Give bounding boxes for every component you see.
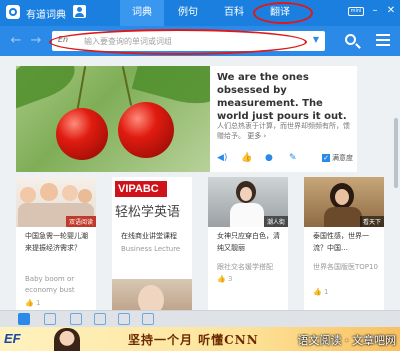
menu-icon[interactable] xyxy=(376,34,392,48)
tab-dictionary[interactable]: 词典 xyxy=(120,0,164,26)
forward-arrow-icon[interactable]: → xyxy=(28,32,44,50)
close-button[interactable]: ✕ xyxy=(386,6,396,16)
baby-image: 双语阅读 xyxy=(16,177,96,227)
ad-banner[interactable]: EF 坚持一个月 听懂CNN 语文阅读 · 文章吧网 xyxy=(0,327,400,351)
daily-sentence-card[interactable]: We are the ones obsessed by measurement.… xyxy=(16,66,357,172)
like-count[interactable]: 👍 3 xyxy=(217,275,232,283)
article-card[interactable]: 潮人街 女神只应穿白色，清纯又靓丽 跟社交名媛学搭配 👍 3 xyxy=(208,177,288,310)
minimize-button[interactable]: – xyxy=(370,6,380,16)
scrollbar[interactable] xyxy=(394,118,398,188)
ad-logo: EF xyxy=(4,331,21,346)
tab-examples[interactable]: 例句 xyxy=(166,0,210,26)
microphone-icon[interactable]: ● xyxy=(265,153,273,163)
article-card[interactable]: 双语阅读 中国急需一轮婴儿潮来提振经济需求？ Baby boom or econ… xyxy=(16,177,96,310)
article-subtitle: 跟社交名媛学搭配 xyxy=(217,263,273,271)
sentence-controls: ◀) 👍 ● ✎ ✓ 满意度 xyxy=(217,151,353,165)
favorite-toggle[interactable]: ✓ 满意度 xyxy=(322,153,353,163)
search-icon xyxy=(345,34,356,45)
cherries-image xyxy=(16,66,210,172)
article-card[interactable]: 看天下 泰国性感，世界一流？中国… 世界各国版医TOP10 👍 1 xyxy=(304,177,384,310)
mini-mode-button[interactable]: mini xyxy=(348,6,364,16)
speaker-icon[interactable]: ◀) xyxy=(217,153,227,163)
user-icon[interactable] xyxy=(73,5,86,18)
edit-icon[interactable] xyxy=(94,313,106,325)
ad-slogan: 坚持一个月 听懂CNN xyxy=(128,333,259,347)
article-card-partial[interactable] xyxy=(112,279,192,310)
daily-sentence-text: We are the ones obsessed by measurement.… xyxy=(217,72,347,122)
bottom-toolbar xyxy=(0,310,400,327)
daily-sentence-translation: 人们总热衷于计算，而世界却频频有所，馈赠给予。 更多 › xyxy=(217,122,350,140)
title-bar: 有道词典 词典 例句 百科 翻译 mini – ✕ xyxy=(0,0,400,26)
annotation-oval-translate xyxy=(253,2,313,24)
more-link[interactable]: 更多 › xyxy=(247,132,266,140)
image-translate-icon[interactable] xyxy=(70,313,82,325)
like-count[interactable]: 👍 1 xyxy=(313,288,328,296)
category-badge: 潮人街 xyxy=(263,216,288,227)
ad-portrait-image xyxy=(54,328,80,351)
category-badge: 看天下 xyxy=(359,216,384,227)
checkbox-icon: ✓ xyxy=(322,154,330,162)
article-subtitle: Business Lecture xyxy=(121,245,181,253)
window-controls: mini – ✕ xyxy=(348,6,396,16)
back-arrow-icon[interactable]: ← xyxy=(8,32,24,50)
note-icon[interactable] xyxy=(118,313,130,325)
content-area[interactable]: We are the ones obsessed by measurement.… xyxy=(0,56,400,310)
annotation-oval-search xyxy=(49,29,307,55)
category-badge: 双语阅读 xyxy=(65,216,96,227)
thumbs-up-icon[interactable]: 👍 xyxy=(241,153,252,163)
thailand-image: 看天下 xyxy=(304,177,384,227)
article-title: 在线商业讲堂课程 xyxy=(121,232,177,240)
article-title: 女神只应穿白色，清纯又靓丽 xyxy=(217,232,280,252)
fashion-image: 潮人街 xyxy=(208,177,288,227)
settings-icon[interactable] xyxy=(142,313,154,325)
vipabc-image: VIPABC 轻松学英语 xyxy=(112,177,192,227)
tab-encyclopedia[interactable]: 百科 xyxy=(212,0,256,26)
dropdown-icon[interactable]: ▼ xyxy=(313,35,319,44)
app-logo-icon xyxy=(6,5,20,19)
article-title: 泰国性感，世界一流？中国… xyxy=(313,232,369,252)
like-count[interactable]: 👍 1 xyxy=(25,299,40,307)
article-title: 中国急需一轮婴儿潮来提振经济需求？ xyxy=(25,232,88,252)
wordbook-icon[interactable] xyxy=(44,313,56,325)
share-icon[interactable]: ✎ xyxy=(289,153,297,163)
home-icon[interactable] xyxy=(18,313,30,325)
article-subtitle: 世界各国版医TOP10 xyxy=(313,263,378,271)
app-title: 有道词典 xyxy=(26,10,66,21)
watermark: 语文阅读 · 文章吧网 xyxy=(297,334,397,347)
article-subtitle: Baby boom or economy bust xyxy=(25,275,75,294)
search-button[interactable] xyxy=(336,26,368,56)
